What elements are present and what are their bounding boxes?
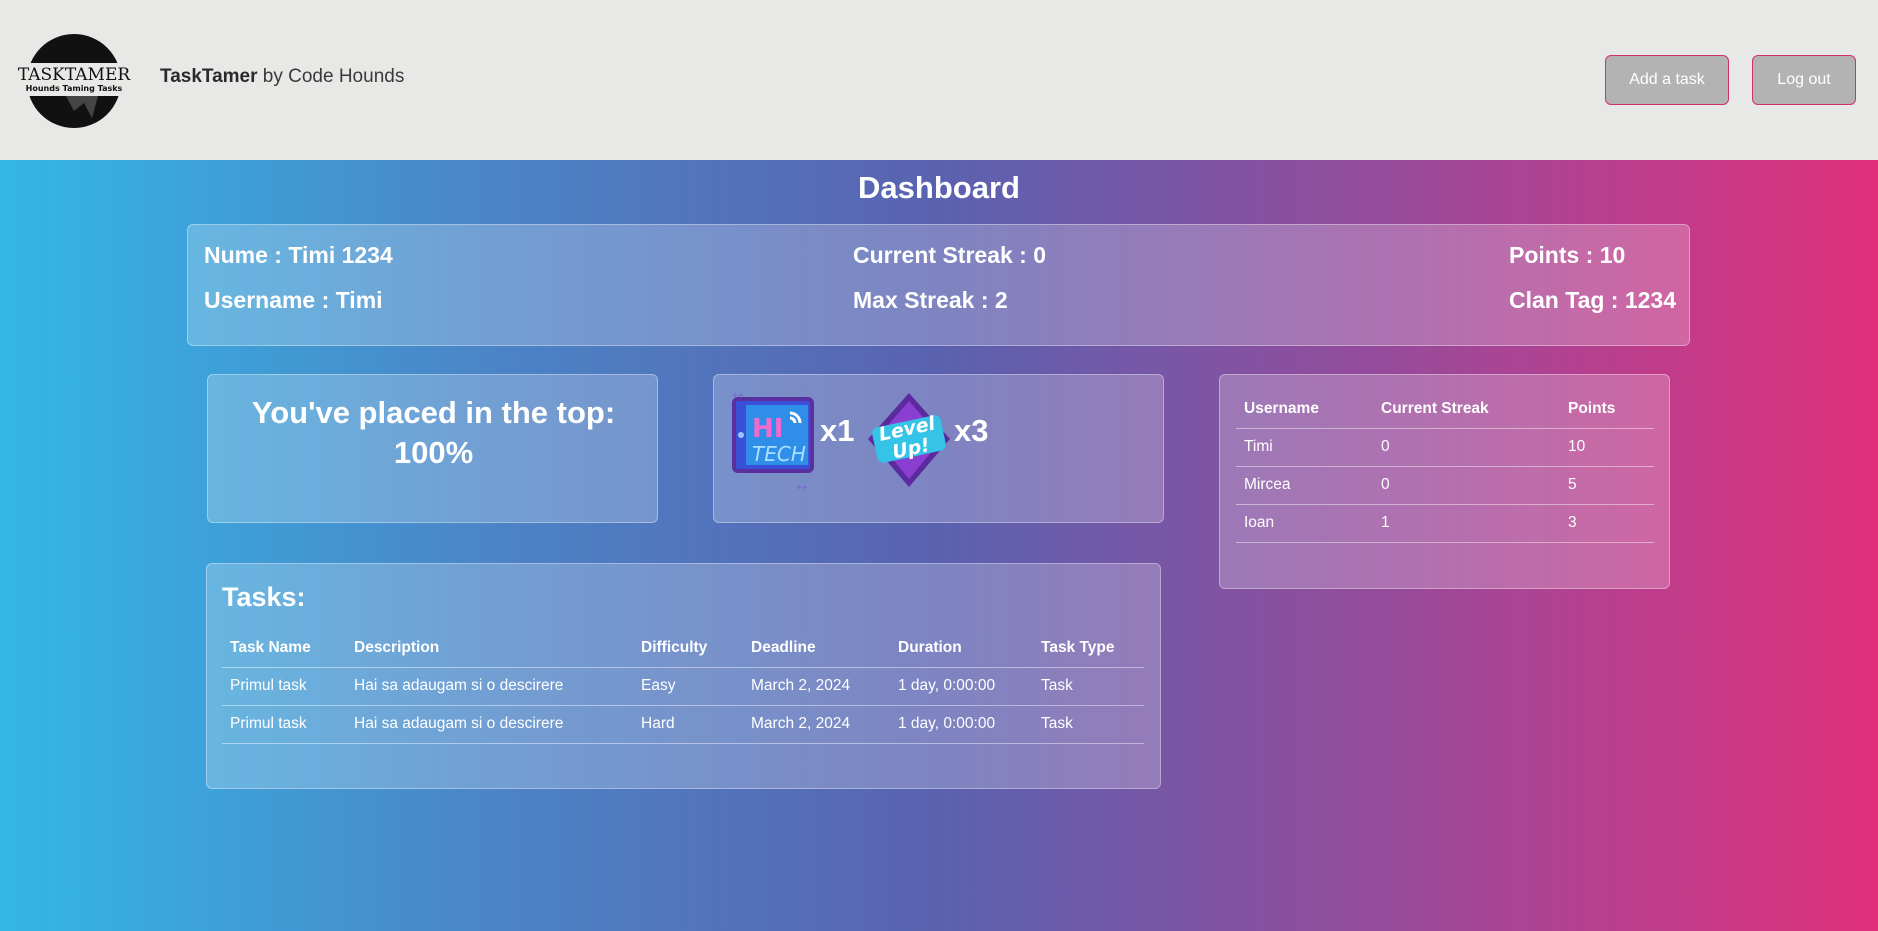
top-navbar: TASKTAMER Hounds Taming Tasks TaskTamer … (0, 0, 1878, 160)
leaderboard-cell: 0 (1373, 428, 1560, 467)
level-up-badge-count: x3 (954, 413, 989, 448)
current-streak: Current Streak : 0 (853, 242, 1047, 268)
leaderboard-panel: Username Current Streak Points Timi 0 10… (1219, 374, 1670, 589)
tasks-header-deadline: Deadline (743, 630, 890, 668)
leaderboard-row: Timi 0 10 (1236, 428, 1654, 467)
tasks-header-difficulty: Difficulty (633, 630, 743, 668)
level-up-badge-icon: Level Up! (868, 393, 950, 487)
task-cell: Hard (633, 705, 743, 744)
task-cell: Task (1033, 705, 1144, 744)
brand-suffix: by Code Hounds (257, 66, 405, 87)
tasks-panel: Tasks: Task Name Description Difficulty … (206, 563, 1161, 789)
leaderboard-cell: Mircea (1236, 466, 1373, 505)
hi-tech-badge-icon: HI TECH ++ ++ (732, 391, 814, 494)
clan-tag: Clan Tag : 1234 (1509, 287, 1677, 313)
tasks-header-row: Task Name Description Difficulty Deadlin… (222, 630, 1144, 668)
add-task-button[interactable]: Add a task (1605, 55, 1729, 105)
rank-text: You've placed in the top: 100% (208, 393, 659, 473)
profile-name: Nume : Timi 1234 (204, 242, 393, 268)
leaderboard-header-username: Username (1236, 391, 1373, 429)
svg-text:TASKTAMER: TASKTAMER (18, 65, 132, 85)
rank-label: You've placed in the top: (251, 395, 616, 430)
leaderboard-table: Username Current Streak Points Timi 0 10… (1236, 391, 1654, 543)
leaderboard-cell: Ioan (1236, 504, 1373, 543)
logout-button[interactable]: Log out (1752, 55, 1856, 105)
leaderboard-cell: 0 (1373, 466, 1560, 505)
task-cell: Hai sa adaugam si o descirere (346, 667, 633, 706)
leaderboard-row: Mircea 0 5 (1236, 466, 1654, 505)
tasks-header-type: Task Type (1033, 630, 1144, 668)
task-row[interactable]: Primul task Hai sa adaugam si o descirer… (222, 667, 1144, 706)
svg-text:++: ++ (796, 483, 808, 494)
svg-text:++: ++ (732, 391, 744, 402)
profile-info-panel: Nume : Timi 1234 Username : Timi Current… (187, 224, 1690, 346)
badges-panel: HI TECH ++ ++ x1 Level Up! x3 (713, 374, 1164, 523)
rank-value: 100% (393, 435, 474, 470)
tasks-header-name: Task Name (222, 630, 346, 668)
tasks-title: Tasks: (222, 582, 306, 612)
leaderboard-cell: 10 (1560, 428, 1654, 467)
leaderboard-cell: Timi (1236, 428, 1373, 467)
leaderboard-cell: 3 (1560, 504, 1654, 543)
max-streak: Max Streak : 2 (853, 287, 1008, 313)
brand-title[interactable]: TaskTamer by Code Hounds (160, 66, 404, 88)
leaderboard-cell: 5 (1560, 466, 1654, 505)
task-cell: Task (1033, 667, 1144, 706)
hi-tech-badge-bottom: TECH (752, 442, 806, 466)
task-cell: 1 day, 0:00:00 (890, 705, 1033, 744)
points: Points : 10 (1509, 242, 1626, 268)
rank-panel: You've placed in the top: 100% (207, 374, 658, 523)
task-row[interactable]: Primul task Hai sa adaugam si o descirer… (222, 705, 1144, 744)
hi-tech-badge-count: x1 (820, 413, 855, 448)
task-cell: Easy (633, 667, 743, 706)
leaderboard-cell: 1 (1373, 504, 1560, 543)
leaderboard-row: Ioan 1 3 (1236, 504, 1654, 543)
leaderboard-header-points: Points (1560, 391, 1654, 429)
hi-tech-badge-top: HI (752, 414, 783, 444)
task-cell: March 2, 2024 (743, 705, 890, 744)
task-cell: Primul task (222, 667, 346, 706)
brand-name: TaskTamer (160, 66, 258, 87)
leaderboard-header-streak: Current Streak (1373, 391, 1560, 429)
leaderboard-header-row: Username Current Streak Points (1236, 391, 1654, 429)
task-cell: March 2, 2024 (743, 667, 890, 706)
tasks-header-duration: Duration (890, 630, 1033, 668)
tasktamer-logo[interactable]: TASKTAMER Hounds Taming Tasks (14, 33, 134, 129)
tasks-table: Task Name Description Difficulty Deadlin… (222, 630, 1144, 744)
page-title: Dashboard (858, 170, 1020, 205)
task-cell: Primul task (222, 705, 346, 744)
task-cell: 1 day, 0:00:00 (890, 667, 1033, 706)
task-cell: Hai sa adaugam si o descirere (346, 705, 633, 744)
svg-text:Hounds Taming Tasks: Hounds Taming Tasks (26, 84, 123, 93)
tasks-header-description: Description (346, 630, 633, 668)
profile-username: Username : Timi (204, 287, 383, 313)
